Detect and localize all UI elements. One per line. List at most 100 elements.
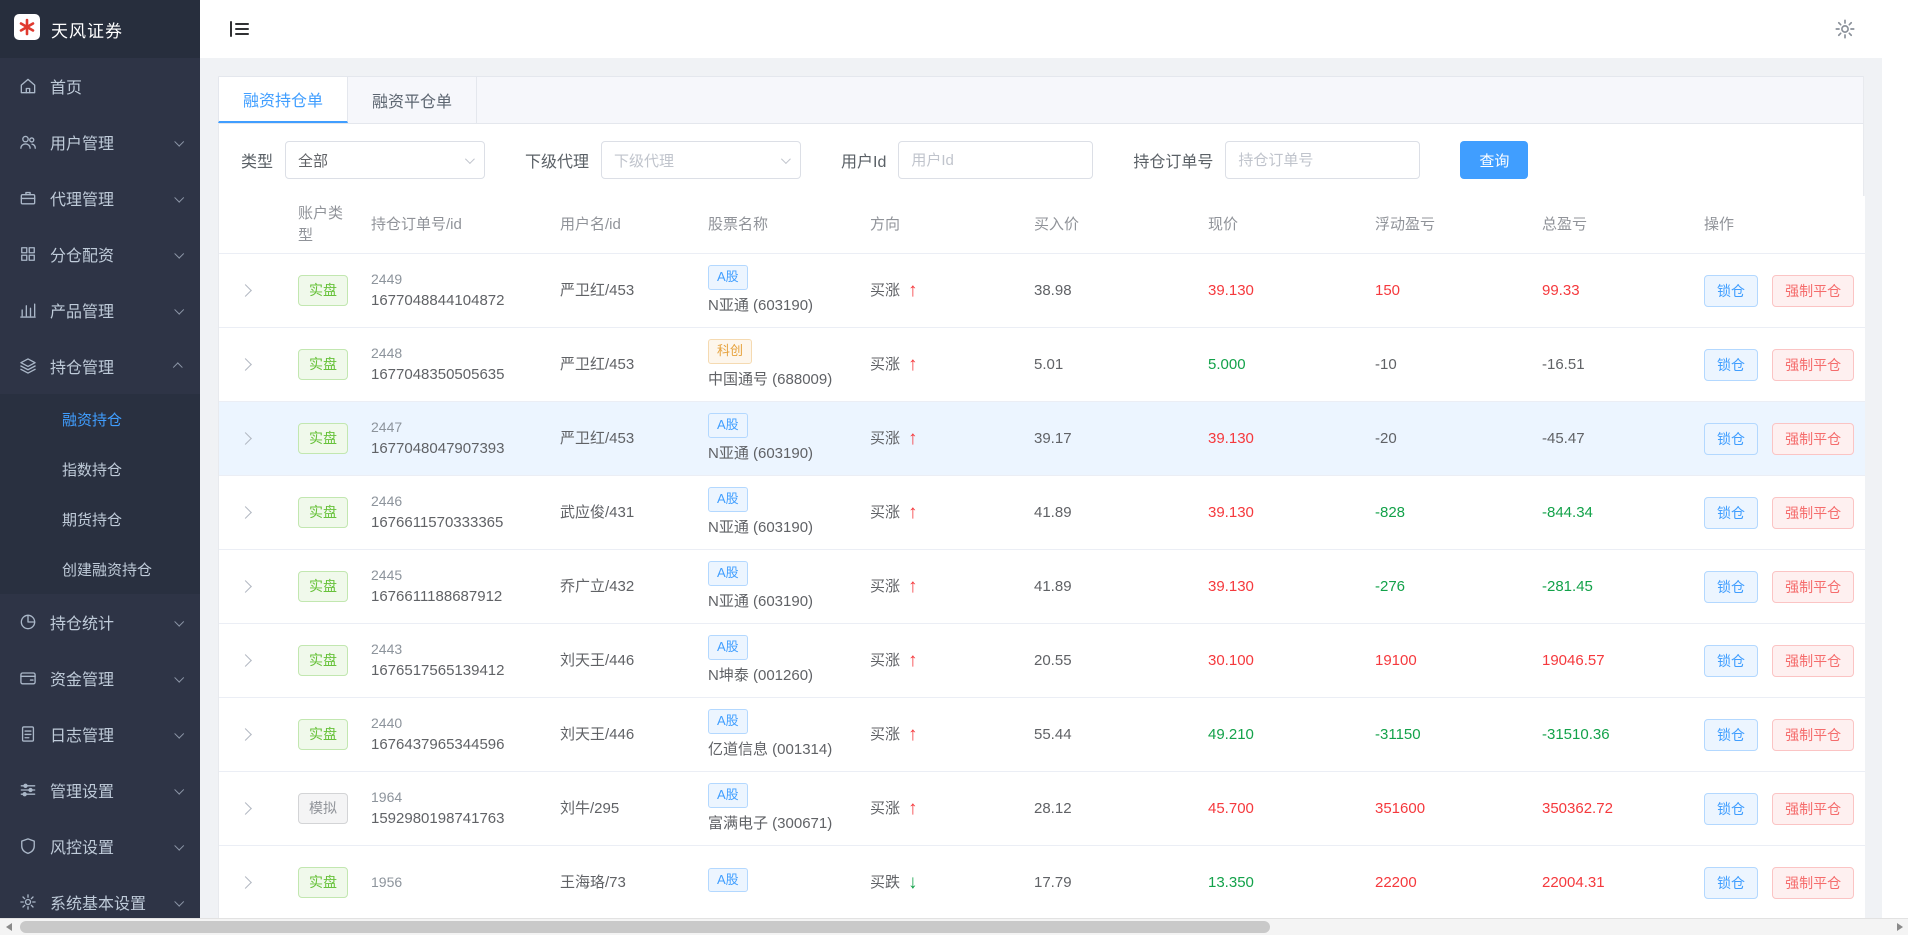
lock-button[interactable]: 锁仓: [1704, 423, 1758, 455]
actions-cell: 锁仓 强制平仓: [1692, 793, 1865, 825]
lock-button[interactable]: 锁仓: [1704, 867, 1758, 899]
type-select[interactable]: 全部: [285, 141, 485, 179]
user-id-input[interactable]: [898, 141, 1093, 179]
stock-cell: A股 富满电子 (300671): [696, 783, 858, 835]
stock-cell: A股 N亚通 (603190): [696, 413, 858, 465]
row-expand-icon[interactable]: [239, 580, 252, 593]
table-row: 实盘 2449 1677048844104872 严卫红/453 A股 N亚通 …: [219, 254, 1865, 328]
direction-cell: 买涨 ↑: [858, 280, 1022, 302]
chevron-down-icon: [174, 248, 184, 258]
sidebar-item-position-statistics[interactable]: 持仓统计: [0, 594, 200, 650]
lock-button[interactable]: 锁仓: [1704, 349, 1758, 381]
direction-label: 买涨: [870, 428, 900, 450]
row-expand-icon[interactable]: [239, 432, 252, 445]
search-button[interactable]: 查询: [1460, 141, 1528, 179]
force-close-button[interactable]: 强制平仓: [1772, 793, 1854, 825]
chevron-down-icon: [174, 896, 184, 906]
settings-gear-icon[interactable]: [1834, 18, 1856, 40]
expand-cell: [219, 280, 286, 302]
sidebar-item-label: 产品管理: [50, 298, 175, 322]
tab-financing-positions[interactable]: 融资持仓单: [218, 77, 348, 123]
scroll-right-arrow[interactable]: [1891, 919, 1908, 935]
chevron-down-icon: [174, 192, 184, 202]
lock-button[interactable]: 锁仓: [1704, 645, 1758, 677]
agent-select[interactable]: 下级代理: [601, 141, 801, 179]
force-close-button[interactable]: 强制平仓: [1772, 349, 1854, 381]
sidebar: 天风证券 首页 用户管理 代理管理 分仓配资 产品管理: [0, 0, 200, 918]
sidebar-item-agent-management[interactable]: 代理管理: [0, 170, 200, 226]
sidebar-item-label: 持仓管理: [50, 354, 175, 378]
layers-icon: [18, 356, 38, 376]
total-pnl: -16.51: [1530, 354, 1692, 376]
sidebar-item-allocation[interactable]: 分仓配资: [0, 226, 200, 282]
sidebar-item-create-financing-position[interactable]: 创建融资持仓: [0, 544, 200, 594]
row-expand-icon[interactable]: [239, 284, 252, 297]
user-cell: 刘天王/446: [548, 650, 696, 672]
filter-user-id-label: 用户Id: [841, 148, 886, 172]
direction-arrow-icon: ↓: [908, 873, 918, 892]
order-no-input[interactable]: [1225, 141, 1420, 179]
row-expand-icon[interactable]: [239, 358, 252, 371]
sidebar-item-position-management[interactable]: 持仓管理: [0, 338, 200, 394]
current-price: 39.130: [1196, 280, 1363, 302]
total-pnl: -45.47: [1530, 428, 1692, 450]
force-close-button[interactable]: 强制平仓: [1772, 423, 1854, 455]
actions-cell: 锁仓 强制平仓: [1692, 645, 1865, 677]
sidebar-item-system-settings[interactable]: 系统基本设置: [0, 874, 200, 918]
sidebar-item-futures-positions[interactable]: 期货持仓: [0, 494, 200, 544]
lock-button[interactable]: 锁仓: [1704, 275, 1758, 307]
collapse-sidebar-button[interactable]: [226, 16, 252, 42]
sidebar-item-user-management[interactable]: 用户管理: [0, 114, 200, 170]
force-close-button[interactable]: 强制平仓: [1772, 719, 1854, 751]
row-expand-icon[interactable]: [239, 802, 252, 815]
sidebar-item-management-settings[interactable]: 管理设置: [0, 762, 200, 818]
buy-price: 17.79: [1022, 872, 1196, 894]
order-no: 2440: [371, 713, 548, 733]
floating-pnl: -828: [1363, 502, 1530, 524]
force-close-button[interactable]: 强制平仓: [1772, 571, 1854, 603]
agent-select-placeholder: 下级代理: [614, 150, 674, 171]
sidebar-item-fund-management[interactable]: 资金管理: [0, 650, 200, 706]
direction-arrow-icon: ↑: [908, 503, 918, 522]
brand-name: 天风证券: [51, 17, 123, 42]
total-pnl: 99.33: [1530, 280, 1692, 302]
sidebar-item-financing-positions[interactable]: 融资持仓: [0, 394, 200, 444]
actions-cell: 锁仓 强制平仓: [1692, 719, 1865, 751]
market-tag: A股: [708, 561, 748, 586]
scrollbar-thumb[interactable]: [20, 921, 1270, 933]
lock-button[interactable]: 锁仓: [1704, 497, 1758, 529]
current-price: 45.700: [1196, 798, 1363, 820]
total-pnl: 350362.72: [1530, 798, 1692, 820]
chevron-down-icon: [174, 784, 184, 794]
row-expand-icon[interactable]: [239, 876, 252, 889]
tab-label: 融资持仓单: [243, 87, 323, 111]
sidebar-item-label: 用户管理: [50, 130, 175, 154]
row-expand-icon[interactable]: [239, 506, 252, 519]
lock-button[interactable]: 锁仓: [1704, 793, 1758, 825]
scroll-left-arrow[interactable]: [0, 919, 17, 935]
market-tag: A股: [708, 868, 748, 893]
sidebar-item-label: 管理设置: [50, 778, 175, 802]
force-close-button[interactable]: 强制平仓: [1772, 497, 1854, 529]
force-close-button[interactable]: 强制平仓: [1772, 645, 1854, 677]
direction-label: 买涨: [870, 502, 900, 524]
force-close-button[interactable]: 强制平仓: [1772, 275, 1854, 307]
stock-cell: A股 N亚通 (603190): [696, 265, 858, 317]
lock-button[interactable]: 锁仓: [1704, 719, 1758, 751]
order-id: 1677048844104872: [371, 290, 548, 312]
sidebar-item-product-management[interactable]: 产品管理: [0, 282, 200, 338]
sidebar-item-risk-settings[interactable]: 风控设置: [0, 818, 200, 874]
sidebar-item-log-management[interactable]: 日志管理: [0, 706, 200, 762]
stock-name: N亚通 (603190): [708, 295, 858, 317]
row-expand-icon[interactable]: [239, 654, 252, 667]
sidebar-item-home[interactable]: 首页: [0, 58, 200, 114]
sidebar-item-index-positions[interactable]: 指数持仓: [0, 444, 200, 494]
row-expand-icon[interactable]: [239, 728, 252, 741]
table-row: 实盘 1956 王海珞/73 A股 买跌 ↓ 17.79 13.350 2220…: [219, 846, 1865, 920]
lock-button[interactable]: 锁仓: [1704, 571, 1758, 603]
horizontal-scrollbar[interactable]: [0, 918, 1908, 935]
tab-financing-closed[interactable]: 融资平仓单: [348, 77, 477, 123]
force-close-button[interactable]: 强制平仓: [1772, 867, 1854, 899]
main-area: 融资持仓单 融资平仓单 类型 全部: [200, 0, 1908, 918]
order-no: 2445: [371, 565, 548, 585]
